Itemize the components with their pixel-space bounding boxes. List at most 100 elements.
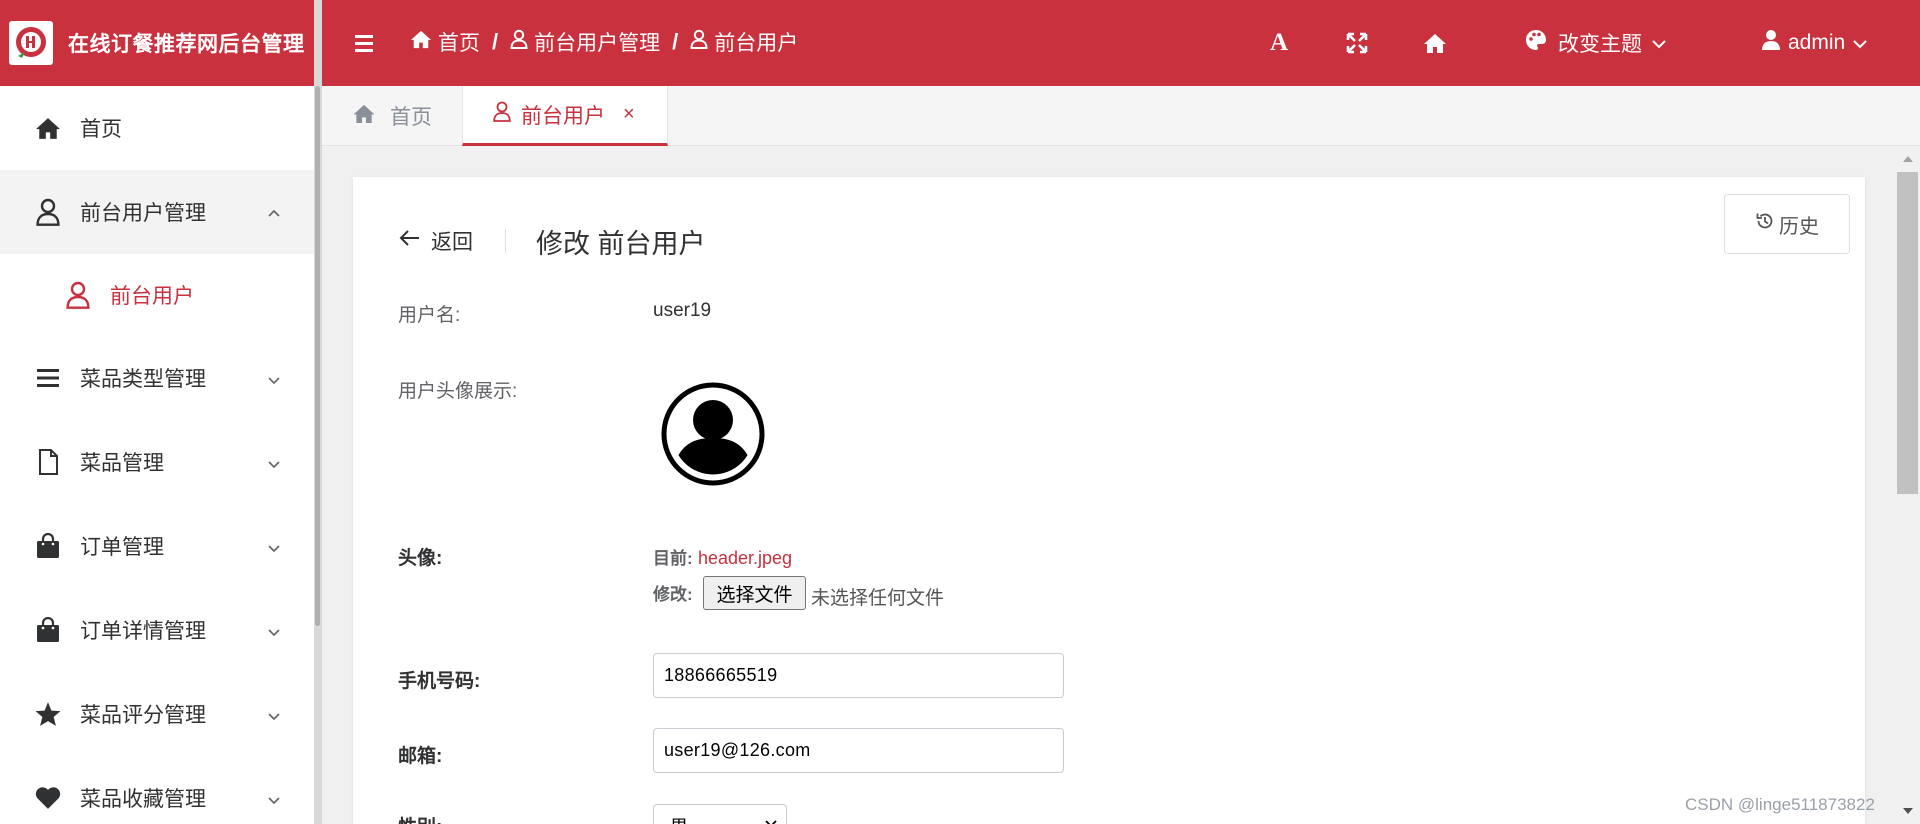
home-icon bbox=[352, 103, 376, 130]
tabs-bar: 首页 前台用户 × bbox=[322, 86, 1920, 146]
app-title: 在线订餐推荐网后台管理 bbox=[68, 33, 305, 56]
sidebar-item-home[interactable]: 首页 bbox=[0, 86, 314, 170]
sidebar-item-order-detail-management[interactable]: 订单详情管理 bbox=[0, 588, 314, 672]
breadcrumb-home[interactable]: 首页 bbox=[410, 27, 480, 57]
history-label: 历史 bbox=[1779, 215, 1819, 238]
avatar-label: 头像: bbox=[398, 548, 443, 569]
list-icon bbox=[34, 364, 62, 392]
gender-label: 性别: bbox=[398, 812, 442, 824]
username-value: user19 bbox=[653, 300, 712, 321]
gender-select[interactable]: 男 bbox=[653, 804, 787, 824]
sidebar-item-label: 订单管理 bbox=[80, 536, 164, 559]
chevron-down-icon bbox=[1853, 31, 1867, 55]
home-icon bbox=[410, 29, 432, 55]
breadcrumb-label: 首页 bbox=[438, 32, 480, 55]
current-file-link[interactable]: header.jpeg bbox=[698, 548, 792, 568]
menu-toggle-icon[interactable] bbox=[352, 28, 378, 58]
chevron-down-icon bbox=[266, 454, 282, 470]
sidebar-item-label: 首页 bbox=[80, 118, 122, 141]
chevron-up-icon bbox=[266, 204, 282, 220]
scroll-up-arrow-icon[interactable] bbox=[1903, 156, 1913, 162]
sidebar-item-dish-favorite-management[interactable]: 菜品收藏管理 bbox=[0, 756, 314, 824]
palette-icon bbox=[1524, 28, 1548, 58]
tab-home[interactable]: 首页 bbox=[352, 86, 432, 146]
theme-dropdown[interactable]: 改变主题 bbox=[1524, 26, 1684, 60]
sidebar-item-label: 订单详情管理 bbox=[80, 620, 206, 643]
user-icon bbox=[34, 198, 62, 226]
sidebar-item-dish-rating-management[interactable]: 菜品评分管理 bbox=[0, 672, 314, 756]
breadcrumb-label: 前台用户管理 bbox=[534, 32, 661, 55]
user-name: admin bbox=[1788, 31, 1846, 54]
bag-icon bbox=[34, 532, 62, 560]
chevron-down-icon bbox=[266, 538, 282, 554]
home-icon[interactable] bbox=[1420, 26, 1450, 60]
bag-icon bbox=[34, 616, 62, 644]
sidebar-item-dish-type-management[interactable]: 菜品类型管理 bbox=[0, 336, 314, 420]
sidebar-item-dish-management[interactable]: 菜品管理 bbox=[0, 420, 314, 504]
page-title: 修改 前台用户 bbox=[536, 229, 706, 259]
email-input[interactable]: user19@126.com bbox=[653, 728, 1064, 773]
user-menu-dropdown[interactable]: admin bbox=[1762, 26, 1882, 60]
logo-area: 在线订餐推荐网后台管理 bbox=[0, 0, 315, 86]
history-icon bbox=[1755, 211, 1775, 237]
choose-file-button[interactable]: 选择文件 bbox=[703, 576, 806, 610]
app-logo bbox=[9, 21, 53, 65]
sidebar-item-label: 菜品类型管理 bbox=[80, 368, 206, 391]
chevron-down-icon bbox=[266, 622, 282, 638]
user-icon bbox=[493, 101, 511, 128]
tab-label: 前台用户 bbox=[521, 104, 605, 128]
star-icon bbox=[34, 700, 62, 728]
back-button[interactable]: 返回 bbox=[399, 224, 473, 258]
username-label: 用户名: bbox=[398, 305, 461, 326]
avatar-display-label: 用户头像展示: bbox=[398, 381, 518, 402]
user-solid-icon bbox=[1762, 29, 1780, 57]
email-label: 邮箱: bbox=[398, 746, 443, 767]
chevron-down-icon bbox=[266, 370, 282, 386]
breadcrumb-user-mgmt[interactable]: 前台用户管理 bbox=[510, 27, 660, 57]
font-size-button[interactable]: A bbox=[1264, 26, 1294, 60]
watermark: CSDN @linge511873822 bbox=[1685, 795, 1875, 814]
modify-label-wrap: 修改: bbox=[653, 580, 693, 606]
avatar bbox=[659, 380, 767, 488]
breadcrumb-users[interactable]: 前台用户 bbox=[690, 27, 798, 57]
user-icon bbox=[510, 29, 528, 55]
scroll-down-arrow-icon[interactable] bbox=[1903, 808, 1913, 814]
history-button[interactable]: 历史 bbox=[1724, 194, 1850, 254]
sidebar-item-order-management[interactable]: 订单管理 bbox=[0, 504, 314, 588]
fullscreen-icon[interactable] bbox=[1342, 26, 1372, 60]
file-icon bbox=[34, 448, 62, 476]
phone-label: 手机号码: bbox=[398, 671, 481, 692]
sidebar-subitem-users[interactable]: 前台用户 bbox=[0, 254, 314, 336]
modify-label: 修改: bbox=[653, 585, 693, 604]
breadcrumb-separator: / bbox=[672, 29, 679, 54]
sidebar-item-label: 菜品评分管理 bbox=[80, 704, 206, 727]
top-header: 在线订餐推荐网后台管理 首页 / 前台用户管理 / 前台用户 A 改变主题 ad… bbox=[0, 0, 1920, 86]
tab-users[interactable]: 前台用户 × bbox=[462, 86, 668, 146]
chevron-down-icon bbox=[764, 815, 778, 824]
sidebar-item-user-management[interactable]: 前台用户管理 bbox=[0, 170, 314, 254]
sidebar-item-label: 菜品收藏管理 bbox=[80, 788, 206, 811]
sidebar-item-label: 菜品管理 bbox=[80, 452, 164, 475]
back-label: 返回 bbox=[431, 231, 473, 254]
sidebar: 首页 前台用户管理 前台用户 菜品类型管理 菜品管理 订单管理 订单详情管理 菜… bbox=[0, 86, 314, 824]
user-icon bbox=[64, 281, 92, 309]
sidebar-scrollbar-thumb[interactable] bbox=[315, 86, 320, 626]
user-icon bbox=[690, 29, 708, 55]
chevron-down-icon bbox=[266, 790, 282, 806]
current-file-row: 目前: header.jpeg bbox=[653, 544, 792, 570]
heart-icon bbox=[34, 784, 62, 812]
home-icon bbox=[34, 114, 62, 142]
chevron-down-icon bbox=[1652, 31, 1666, 55]
phone-input[interactable]: 18866665519 bbox=[653, 653, 1064, 698]
title-divider bbox=[505, 229, 506, 253]
edit-form-card bbox=[353, 177, 1865, 824]
sidebar-item-label: 前台用户管理 bbox=[80, 202, 206, 225]
close-icon[interactable]: × bbox=[623, 103, 635, 126]
page-scrollbar-thumb[interactable] bbox=[1897, 172, 1918, 494]
tab-label: 首页 bbox=[390, 106, 432, 129]
theme-label: 改变主题 bbox=[1558, 33, 1642, 56]
chevron-down-icon bbox=[266, 706, 282, 722]
breadcrumb-separator: / bbox=[492, 29, 499, 54]
current-label: 目前: bbox=[653, 549, 693, 568]
arrow-left-icon bbox=[399, 229, 421, 253]
